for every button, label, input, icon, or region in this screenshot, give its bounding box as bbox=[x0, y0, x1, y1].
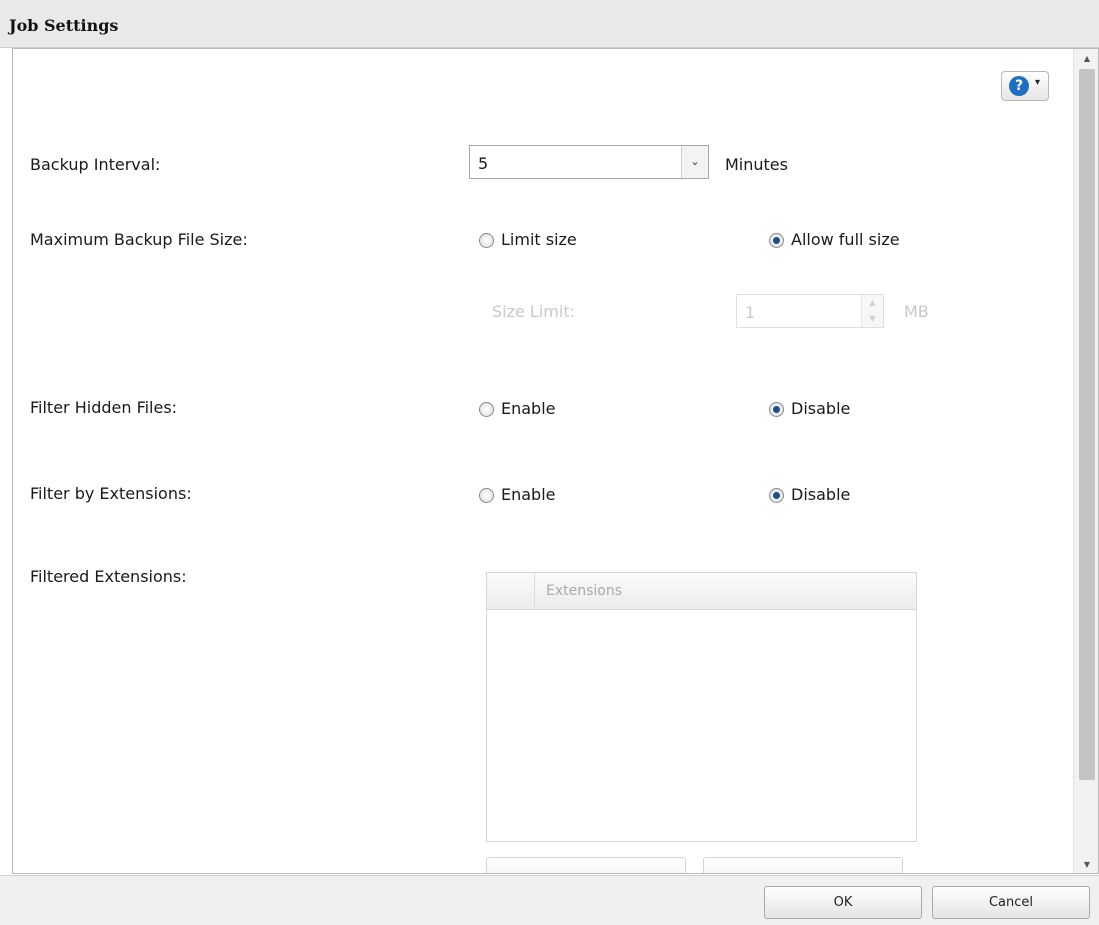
radio-checked-icon bbox=[769, 233, 784, 248]
stepper-buttons: ▲ ▼ bbox=[861, 295, 883, 327]
ok-button[interactable]: OK bbox=[764, 886, 922, 919]
size-limit-stepper[interactable]: 1 ▲ ▼ bbox=[736, 294, 884, 328]
help-button[interactable]: ? ▾ bbox=[1001, 71, 1049, 101]
scroll-up-icon[interactable]: ▲ bbox=[1074, 51, 1098, 67]
filter-hidden-disable-label: Disable bbox=[791, 399, 851, 418]
size-limit-value: 1 bbox=[745, 303, 756, 322]
filter-ext-disable-label: Disable bbox=[791, 485, 851, 504]
job-settings-panel: ? ▾ Backup Interval: 5 ⌄ Minutes Maximum… bbox=[12, 48, 1099, 874]
dialog-title: Job Settings bbox=[9, 16, 119, 35]
chevron-down-icon: ▾ bbox=[1035, 77, 1041, 88]
extensions-column-header[interactable]: Extensions bbox=[546, 583, 622, 599]
scroll-down-icon[interactable]: ▼ bbox=[1074, 857, 1098, 873]
stepper-up-icon[interactable]: ▲ bbox=[862, 295, 883, 311]
allow-full-size-label: Allow full size bbox=[791, 230, 900, 249]
settings-content: ? ▾ Backup Interval: 5 ⌄ Minutes Maximum… bbox=[13, 49, 1073, 873]
filter-hidden-enable-label: Enable bbox=[501, 399, 556, 418]
vertical-scrollbar[interactable]: ▲ ▼ bbox=[1073, 49, 1098, 873]
backup-interval-select[interactable]: 5 ⌄ bbox=[469, 145, 709, 179]
size-limit-label: Size Limit: bbox=[492, 302, 575, 321]
backup-interval-unit: Minutes bbox=[725, 155, 788, 174]
cancel-button[interactable]: Cancel bbox=[932, 886, 1090, 919]
dialog-footer: OK Cancel bbox=[0, 875, 1099, 925]
radio-checked-icon bbox=[769, 488, 784, 503]
select-all-column[interactable] bbox=[487, 573, 535, 610]
limit-size-label: Limit size bbox=[501, 230, 577, 249]
delete-button[interactable] bbox=[703, 857, 903, 873]
filter-ext-label: Filter by Extensions: bbox=[30, 484, 192, 503]
size-limit-unit: MB bbox=[904, 302, 929, 321]
radio-unchecked-icon bbox=[479, 488, 494, 503]
radio-unchecked-icon bbox=[479, 402, 494, 417]
filtered-ext-label: Filtered Extensions: bbox=[30, 567, 187, 586]
max-file-size-label: Maximum Backup File Size: bbox=[30, 230, 248, 249]
chevron-down-icon[interactable]: ⌄ bbox=[681, 146, 708, 178]
stepper-down-icon[interactable]: ▼ bbox=[862, 311, 883, 327]
filter-hidden-label: Filter Hidden Files: bbox=[30, 398, 178, 417]
extensions-grid[interactable]: Extensions bbox=[486, 572, 917, 842]
grid-header: Extensions bbox=[487, 573, 916, 610]
dialog-titlebar: Job Settings bbox=[0, 0, 1099, 48]
filter-ext-enable-label: Enable bbox=[501, 485, 556, 504]
radio-checked-icon bbox=[769, 402, 784, 417]
backup-interval-label: Backup Interval: bbox=[30, 155, 161, 174]
help-icon: ? bbox=[1009, 76, 1029, 96]
add-button[interactable] bbox=[486, 857, 686, 873]
scrollbar-thumb[interactable] bbox=[1079, 69, 1095, 780]
radio-unchecked-icon bbox=[479, 233, 494, 248]
backup-interval-value: 5 bbox=[478, 154, 489, 173]
